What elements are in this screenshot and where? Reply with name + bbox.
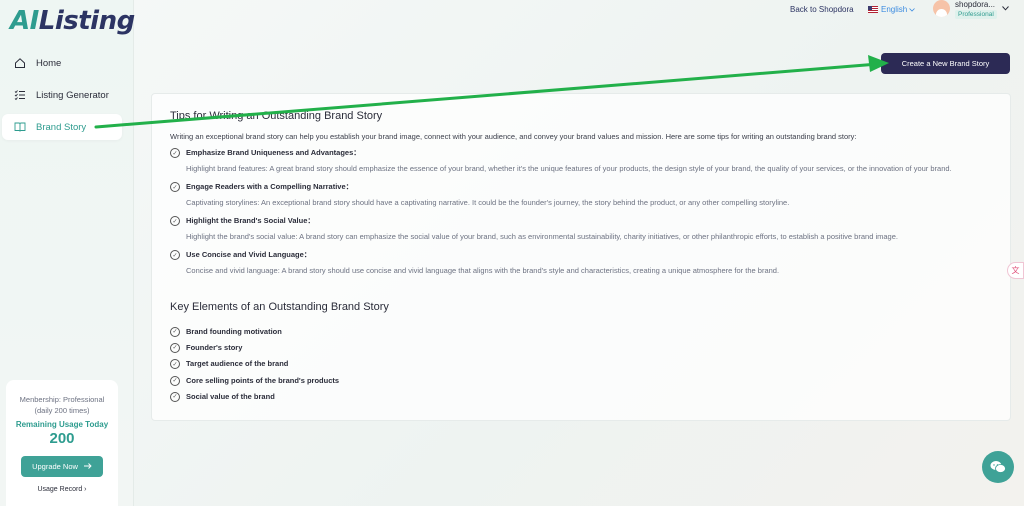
usage-record-link[interactable]: Usage Record ›: [6, 486, 118, 493]
tip-item: ✓ Engage Readers with a Compelling Narra…: [170, 181, 992, 209]
check-circle-icon: ✓: [170, 375, 180, 386]
key-elements-title: Key Elements of an Outstanding Brand Sto…: [170, 301, 389, 313]
key-element-item: ✓ Social value of the brand: [170, 388, 992, 404]
tip-item: ✓ Emphasize Brand Uniqueness and Advanta…: [170, 147, 992, 175]
check-circle-icon: ✓: [170, 182, 180, 192]
check-circle-icon: ✓: [170, 391, 180, 402]
membership-plan: Menbership: Professional: [19, 395, 105, 404]
upgrade-button-label: Upgrade Now: [32, 462, 78, 471]
check-circle-icon: ✓: [170, 148, 180, 158]
key-element-label: Brand founding motivation: [186, 326, 282, 336]
tip-title: Emphasize Brand Uniqueness and Advantage…: [186, 148, 361, 157]
key-element-label: Founder's story: [186, 342, 243, 352]
key-element-label: Core selling points of the brand's produ…: [186, 375, 340, 385]
user-plan-badge: Professional: [955, 10, 997, 19]
tips-title: Tips for Writing an Outstanding Brand St…: [170, 110, 383, 122]
check-circle-icon: ✓: [170, 216, 180, 226]
us-flag-icon: [868, 6, 878, 13]
membership-quota: (daily 200 times): [34, 406, 90, 415]
upgrade-button[interactable]: Upgrade Now: [21, 456, 103, 477]
language-label: English: [881, 5, 908, 14]
tips-intro: Writing an exceptional brand story can h…: [170, 132, 857, 141]
brand-story-tips-card: Tips for Writing an Outstanding Brand St…: [151, 93, 1011, 421]
translate-icon: 文: [1011, 266, 1020, 275]
sidebar-item-label: Brand Story: [36, 121, 87, 133]
chevron-down-icon: [909, 5, 916, 14]
user-menu-chevron-icon[interactable]: [1002, 4, 1009, 13]
language-selector[interactable]: English: [868, 5, 916, 14]
user-avatar[interactable]: [933, 0, 950, 17]
tip-description: Captivating storylines: An exceptional b…: [186, 198, 790, 207]
translate-float-button[interactable]: 文: [1007, 262, 1024, 279]
sidebar-item-brand-story[interactable]: Brand Story: [2, 114, 122, 140]
user-silhouette-icon: [936, 9, 947, 17]
home-icon: [14, 57, 26, 69]
sidebar-item-home[interactable]: Home: [2, 50, 122, 76]
key-element-item: ✓ Target audience of the brand: [170, 356, 992, 372]
sidebar-item-listing-generator[interactable]: Listing Generator: [2, 82, 122, 108]
check-circle-icon: ✓: [170, 326, 180, 337]
back-to-shopdora-link[interactable]: Back to Shopdora: [790, 5, 854, 14]
logo-ai-text: AI: [10, 6, 39, 36]
sidebar-nav: Home Listing Generator Brand Story: [0, 50, 134, 146]
sidebar-item-label: Listing Generator: [36, 89, 109, 101]
usage-record-label: Usage Record: [37, 486, 83, 493]
remaining-usage-label: Remaining Usage Today: [15, 420, 109, 429]
tip-description: Highlight the brand's social value: A br…: [186, 232, 898, 241]
user-name[interactable]: shopdora...: [955, 0, 995, 9]
tip-description: Concise and vivid language: A brand stor…: [186, 266, 780, 275]
key-element-item: ✓ Core selling points of the brand's pro…: [170, 372, 992, 388]
app-logo[interactable]: AIListing: [10, 6, 135, 36]
tip-title: Use Concise and Vivid Language：: [186, 250, 312, 259]
chat-bubble-icon: [990, 461, 1006, 473]
chevron-right-icon: ›: [84, 486, 87, 493]
tip-title: Engage Readers with a Compelling Narrati…: [186, 182, 354, 191]
tip-description: Highlight brand features: A great brand …: [186, 164, 952, 173]
check-circle-icon: ✓: [170, 342, 180, 353]
create-new-brand-story-button[interactable]: Create a New Brand Story: [881, 53, 1010, 74]
sidebar-item-label: Home: [36, 57, 62, 69]
logo-listing-text: Listing: [38, 6, 135, 36]
key-element-item: ✓ Brand founding motivation: [170, 323, 992, 339]
membership-card: Menbership: Professional (daily 200 time…: [6, 380, 118, 506]
book-icon: [14, 121, 26, 133]
key-element-item: ✓ Founder's story: [170, 339, 992, 355]
check-circle-icon: ✓: [170, 359, 180, 370]
key-elements-section: Key Elements of an Outstanding Brand Sto…: [170, 301, 992, 404]
remaining-usage-count: 200: [49, 430, 75, 447]
arrow-right-icon: [83, 462, 92, 471]
key-element-label: Social value of the brand: [186, 391, 275, 401]
key-element-label: Target audience of the brand: [186, 359, 289, 369]
tip-item: ✓ Use Concise and Vivid Language： Concis…: [170, 249, 992, 277]
tip-item: ✓ Highlight the Brand's Social Value： Hi…: [170, 215, 992, 243]
sidebar: AIListing Home Listing Generator Brand S…: [0, 0, 135, 506]
checklist-icon: [14, 89, 26, 101]
tip-title: Highlight the Brand's Social Value：: [186, 216, 315, 225]
chat-float-button[interactable]: [982, 451, 1014, 483]
check-circle-icon: ✓: [170, 250, 180, 260]
